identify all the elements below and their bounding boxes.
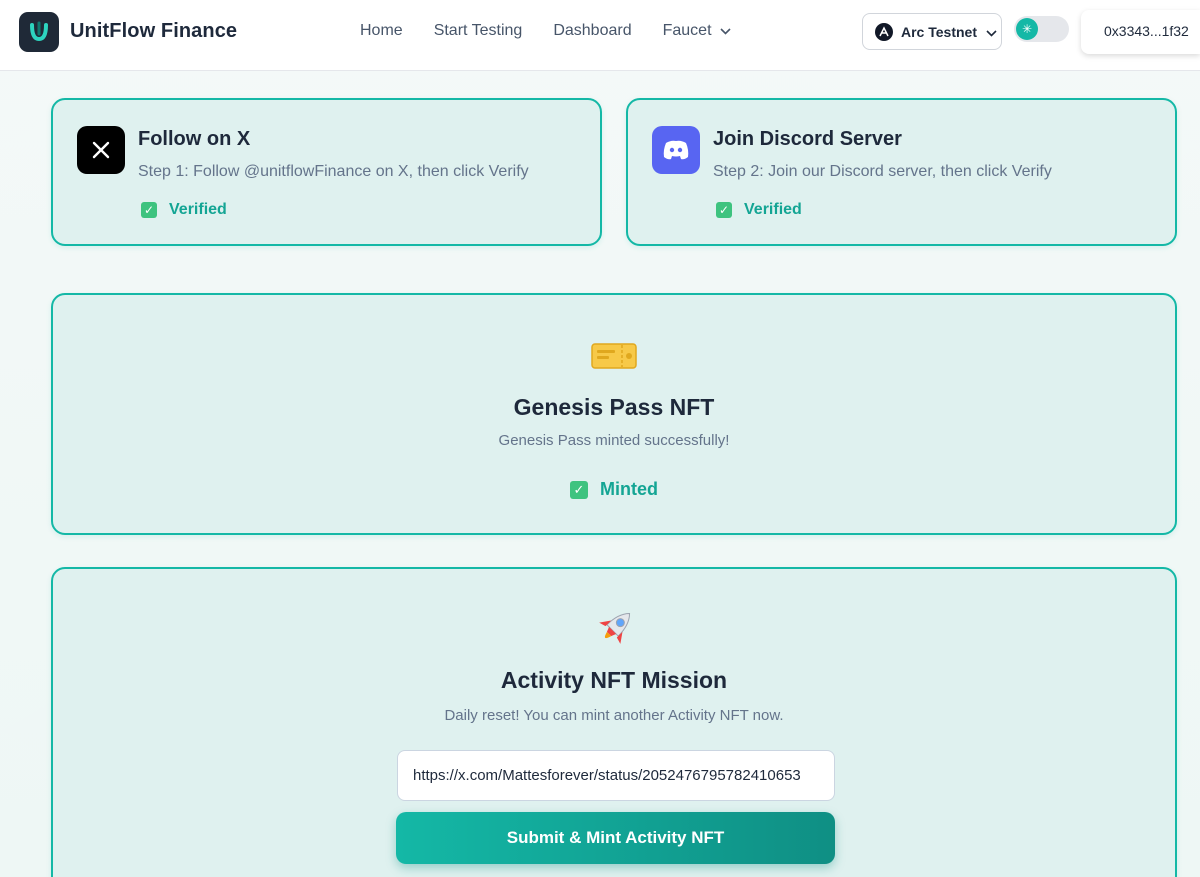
genesis-pass-card: Genesis Pass NFT Genesis Pass minted suc… [51, 293, 1177, 535]
check-icon: ✓ [570, 480, 588, 499]
task-title: Follow on X [138, 128, 251, 150]
nav-home[interactable]: Home [360, 22, 403, 40]
nav-start-testing-label: Start Testing [433, 22, 523, 39]
verified-label: Verified [169, 201, 227, 218]
activity-mission-card: Activity NFT Mission Daily reset! You ca… [51, 567, 1177, 877]
theme-toggle[interactable]: ✳ [1014, 16, 1069, 42]
task-description: Step 1: Follow @unitflowFinance on X, th… [138, 163, 529, 180]
verified-status: ✓ Verified [716, 201, 802, 219]
mission-title: Activity NFT Mission [500, 667, 728, 693]
tweet-url-input[interactable] [397, 750, 835, 801]
check-icon: ✓ [716, 202, 732, 218]
wallet-address-button[interactable]: 0x3343...1f32 [1081, 10, 1200, 54]
x-logo-icon [77, 126, 125, 174]
check-icon: ✓ [141, 202, 157, 218]
minted-status: ✓ Minted [570, 479, 658, 500]
chevron-down-icon [986, 24, 997, 40]
nav-faucet-label: Faucet [662, 22, 712, 39]
ticket-icon [591, 332, 637, 381]
nav-dashboard-label: Dashboard [553, 22, 632, 39]
task-description: Step 2: Join our Discord server, then cl… [713, 163, 1052, 180]
verified-status: ✓ Verified [141, 201, 227, 219]
genesis-subtitle: Genesis Pass minted successfully! [498, 432, 730, 449]
verified-label: Verified [744, 201, 802, 218]
nav-faucet-dropdown[interactable]: Faucet [663, 22, 731, 40]
submit-mint-button[interactable]: Submit & Mint Activity NFT [396, 812, 835, 864]
brand-name[interactable]: UnitFlow Finance [70, 20, 237, 43]
sun-icon: ✳ [1016, 18, 1038, 40]
nav-start-testing[interactable]: Start Testing [434, 22, 523, 40]
rocket-icon [588, 612, 640, 659]
discord-logo-icon [652, 126, 700, 174]
unitflow-logo-icon[interactable] [19, 12, 59, 52]
nav-dashboard[interactable]: Dashboard [553, 22, 631, 40]
network-label: Arc Testnet [901, 23, 977, 40]
network-selector[interactable]: Arc Testnet [862, 13, 1002, 50]
top-navbar: UnitFlow Finance Home Start Testing Dash… [0, 0, 1200, 71]
nav-home-label: Home [360, 22, 403, 39]
chevron-down-icon [719, 22, 731, 40]
minted-label: Minted [600, 479, 658, 499]
task-card-join-discord: Join Discord Server Step 2: Join our Dis… [626, 98, 1177, 246]
task-card-follow-x: Follow on X Step 1: Follow @unitflowFina… [51, 98, 602, 246]
arc-network-icon [875, 22, 893, 41]
task-title: Join Discord Server [713, 128, 902, 150]
mission-subtitle: Daily reset! You can mint another Activi… [444, 707, 784, 724]
main-nav: Home Start Testing Dashboard Faucet [360, 22, 762, 40]
genesis-title: Genesis Pass NFT [513, 394, 715, 420]
